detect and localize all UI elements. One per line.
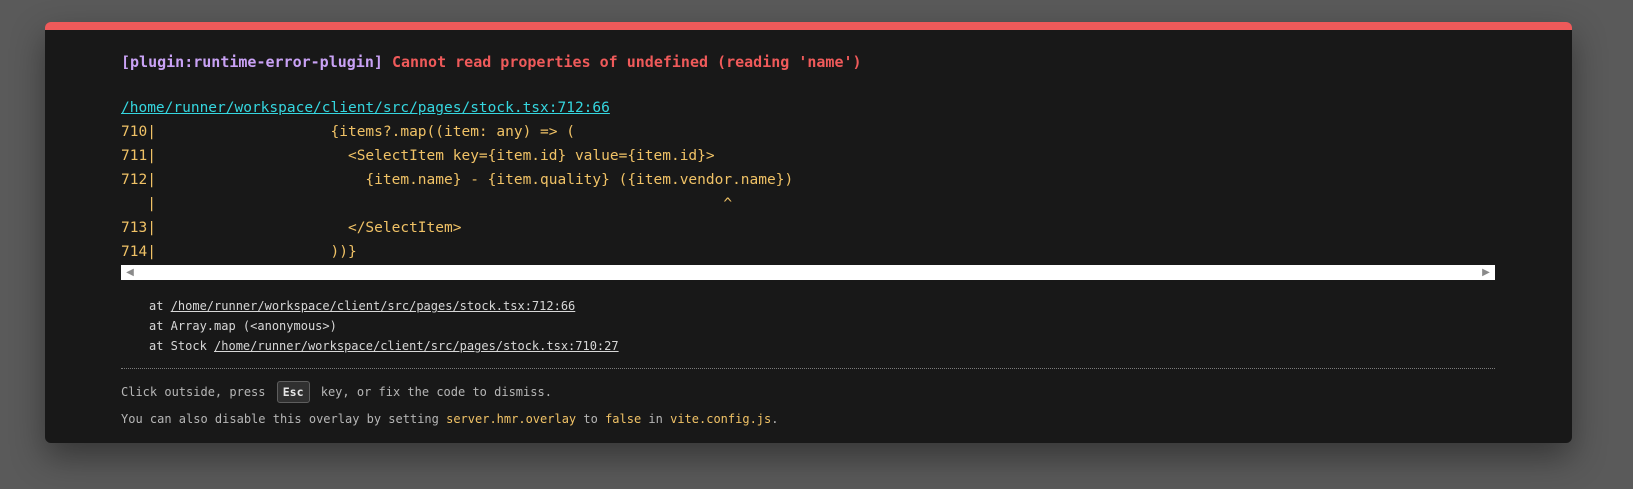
divider [121, 368, 1495, 369]
stack-line: at /home/runner/workspace/client/src/pag… [149, 296, 619, 316]
plugin-name: [plugin:runtime-error-plugin] [121, 53, 383, 71]
stack-link[interactable]: /home/runner/workspace/client/src/pages/… [214, 339, 619, 353]
stack-prefix: at [149, 299, 171, 313]
config-value: false [605, 412, 642, 426]
stack-link[interactable]: /home/runner/workspace/client/src/pages/… [171, 299, 576, 313]
code-frame: 710| {items?.map((item: any) => ( 711| <… [121, 120, 1495, 280]
stack-line: at Array.map (<anonymous>) [149, 316, 619, 336]
tip-text: in [641, 412, 671, 426]
code-caret-line: | ^ [121, 196, 733, 212]
code-line-712: 712| {item.name} - {item.quality} ({item… [121, 172, 794, 188]
scroll-left-icon[interactable]: ◀ [123, 266, 137, 279]
tip-text: to [576, 412, 606, 426]
code-line-714: 714| ))} [121, 244, 357, 260]
esc-key: Esc [276, 381, 310, 403]
stack-line: at Stock /home/runner/workspace/client/s… [149, 336, 619, 356]
error-file-link[interactable]: /home/runner/workspace/client/src/pages/… [121, 100, 610, 116]
error-message: [plugin:runtime-error-plugin] Cannot rea… [121, 53, 862, 71]
stack-trace: at /home/runner/workspace/client/src/pag… [149, 296, 619, 356]
tip-text: . [771, 412, 779, 426]
dismiss-tip: Click outside, press Esc key, or fix the… [121, 381, 552, 403]
config-file: vite.config.js [670, 412, 772, 426]
tip-text: You can also disable this overlay by set… [121, 412, 447, 426]
stack-prefix: at Stock [149, 339, 215, 353]
code-line-711: 711| <SelectItem key={item.id} value={it… [121, 148, 715, 164]
horizontal-scrollbar[interactable]: ◀ ▶ [121, 265, 1495, 280]
code-line-713: 713| </SelectItem> [121, 220, 462, 236]
error-overlay: [plugin:runtime-error-plugin] Cannot rea… [45, 22, 1572, 443]
code-line-710: 710| {items?.map((item: any) => ( [121, 124, 575, 140]
error-text: Cannot read properties of undefined (rea… [391, 53, 862, 71]
config-tip: You can also disable this overlay by set… [121, 409, 778, 429]
config-option: server.hmr.overlay [446, 412, 577, 426]
stack-prefix: at Array.map (<anonymous>) [149, 319, 337, 333]
tip-text: Click outside, press [121, 385, 273, 399]
scroll-right-icon[interactable]: ▶ [1479, 266, 1493, 279]
tip-text: key, or fix the code to dismiss. [313, 385, 552, 399]
